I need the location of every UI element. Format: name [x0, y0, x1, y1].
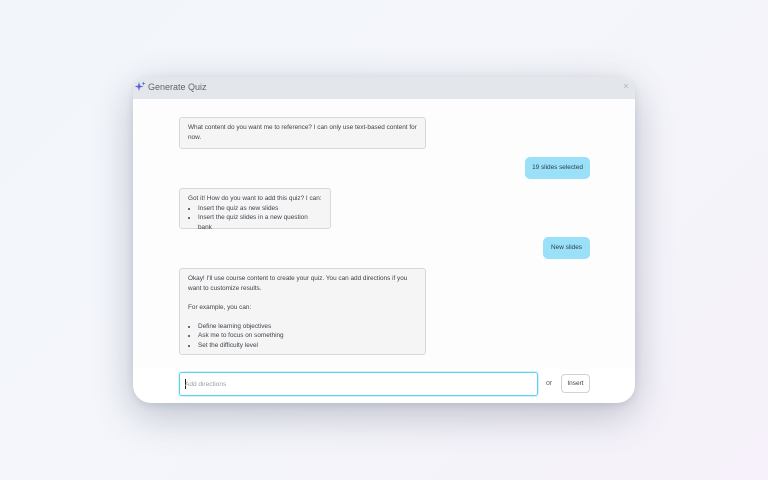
sparkle-icon: [134, 81, 146, 91]
title-bar: Generate Quiz ✕: [133, 77, 635, 99]
assistant-message-intro: Okay! I'll use course content to create …: [188, 275, 408, 292]
example-focus: Ask me to focus on something: [198, 331, 417, 341]
or-label: or: [546, 380, 553, 387]
user-message-slides-selected: 19 slides selected: [525, 157, 590, 179]
example-difficulty: Set the difficulty level: [198, 341, 417, 351]
directions-input-box[interactable]: [179, 372, 538, 396]
option-list: Insert the quiz as new slides Insert the…: [188, 204, 322, 233]
assistant-message-add-options: Got it! How do you want to add this quiz…: [179, 188, 331, 231]
option-question-bank: Insert the quiz slides in a new question…: [198, 213, 322, 232]
user-message-text: 19 slides selected: [532, 164, 583, 171]
assistant-message-text: What content do you want me to reference…: [188, 124, 417, 141]
assistant-message-directions: Okay! I'll use course content to create …: [179, 268, 426, 355]
generate-quiz-window: Generate Quiz ✕ What content do you want…: [133, 77, 635, 403]
user-message-text: New slides: [551, 244, 582, 251]
insert-button[interactable]: Insert: [561, 374, 590, 393]
user-message-new-slides: New slides: [543, 237, 590, 259]
close-button[interactable]: ✕: [621, 82, 631, 92]
example-learning-objectives: Define learning objectives: [198, 322, 417, 332]
assistant-message-intro: Got it! How do you want to add this quiz…: [188, 195, 322, 202]
chat-area: What content do you want me to reference…: [133, 99, 635, 369]
directions-input[interactable]: [185, 378, 525, 390]
option-new-slides: Insert the quiz as new slides: [198, 204, 322, 214]
window-title: Generate Quiz: [148, 82, 207, 92]
assistant-message-example-heading: For example, you can:: [188, 303, 252, 311]
assistant-message-reference: What content do you want me to reference…: [179, 117, 426, 149]
example-list: Define learning objectives Ask me to foc…: [188, 322, 417, 351]
